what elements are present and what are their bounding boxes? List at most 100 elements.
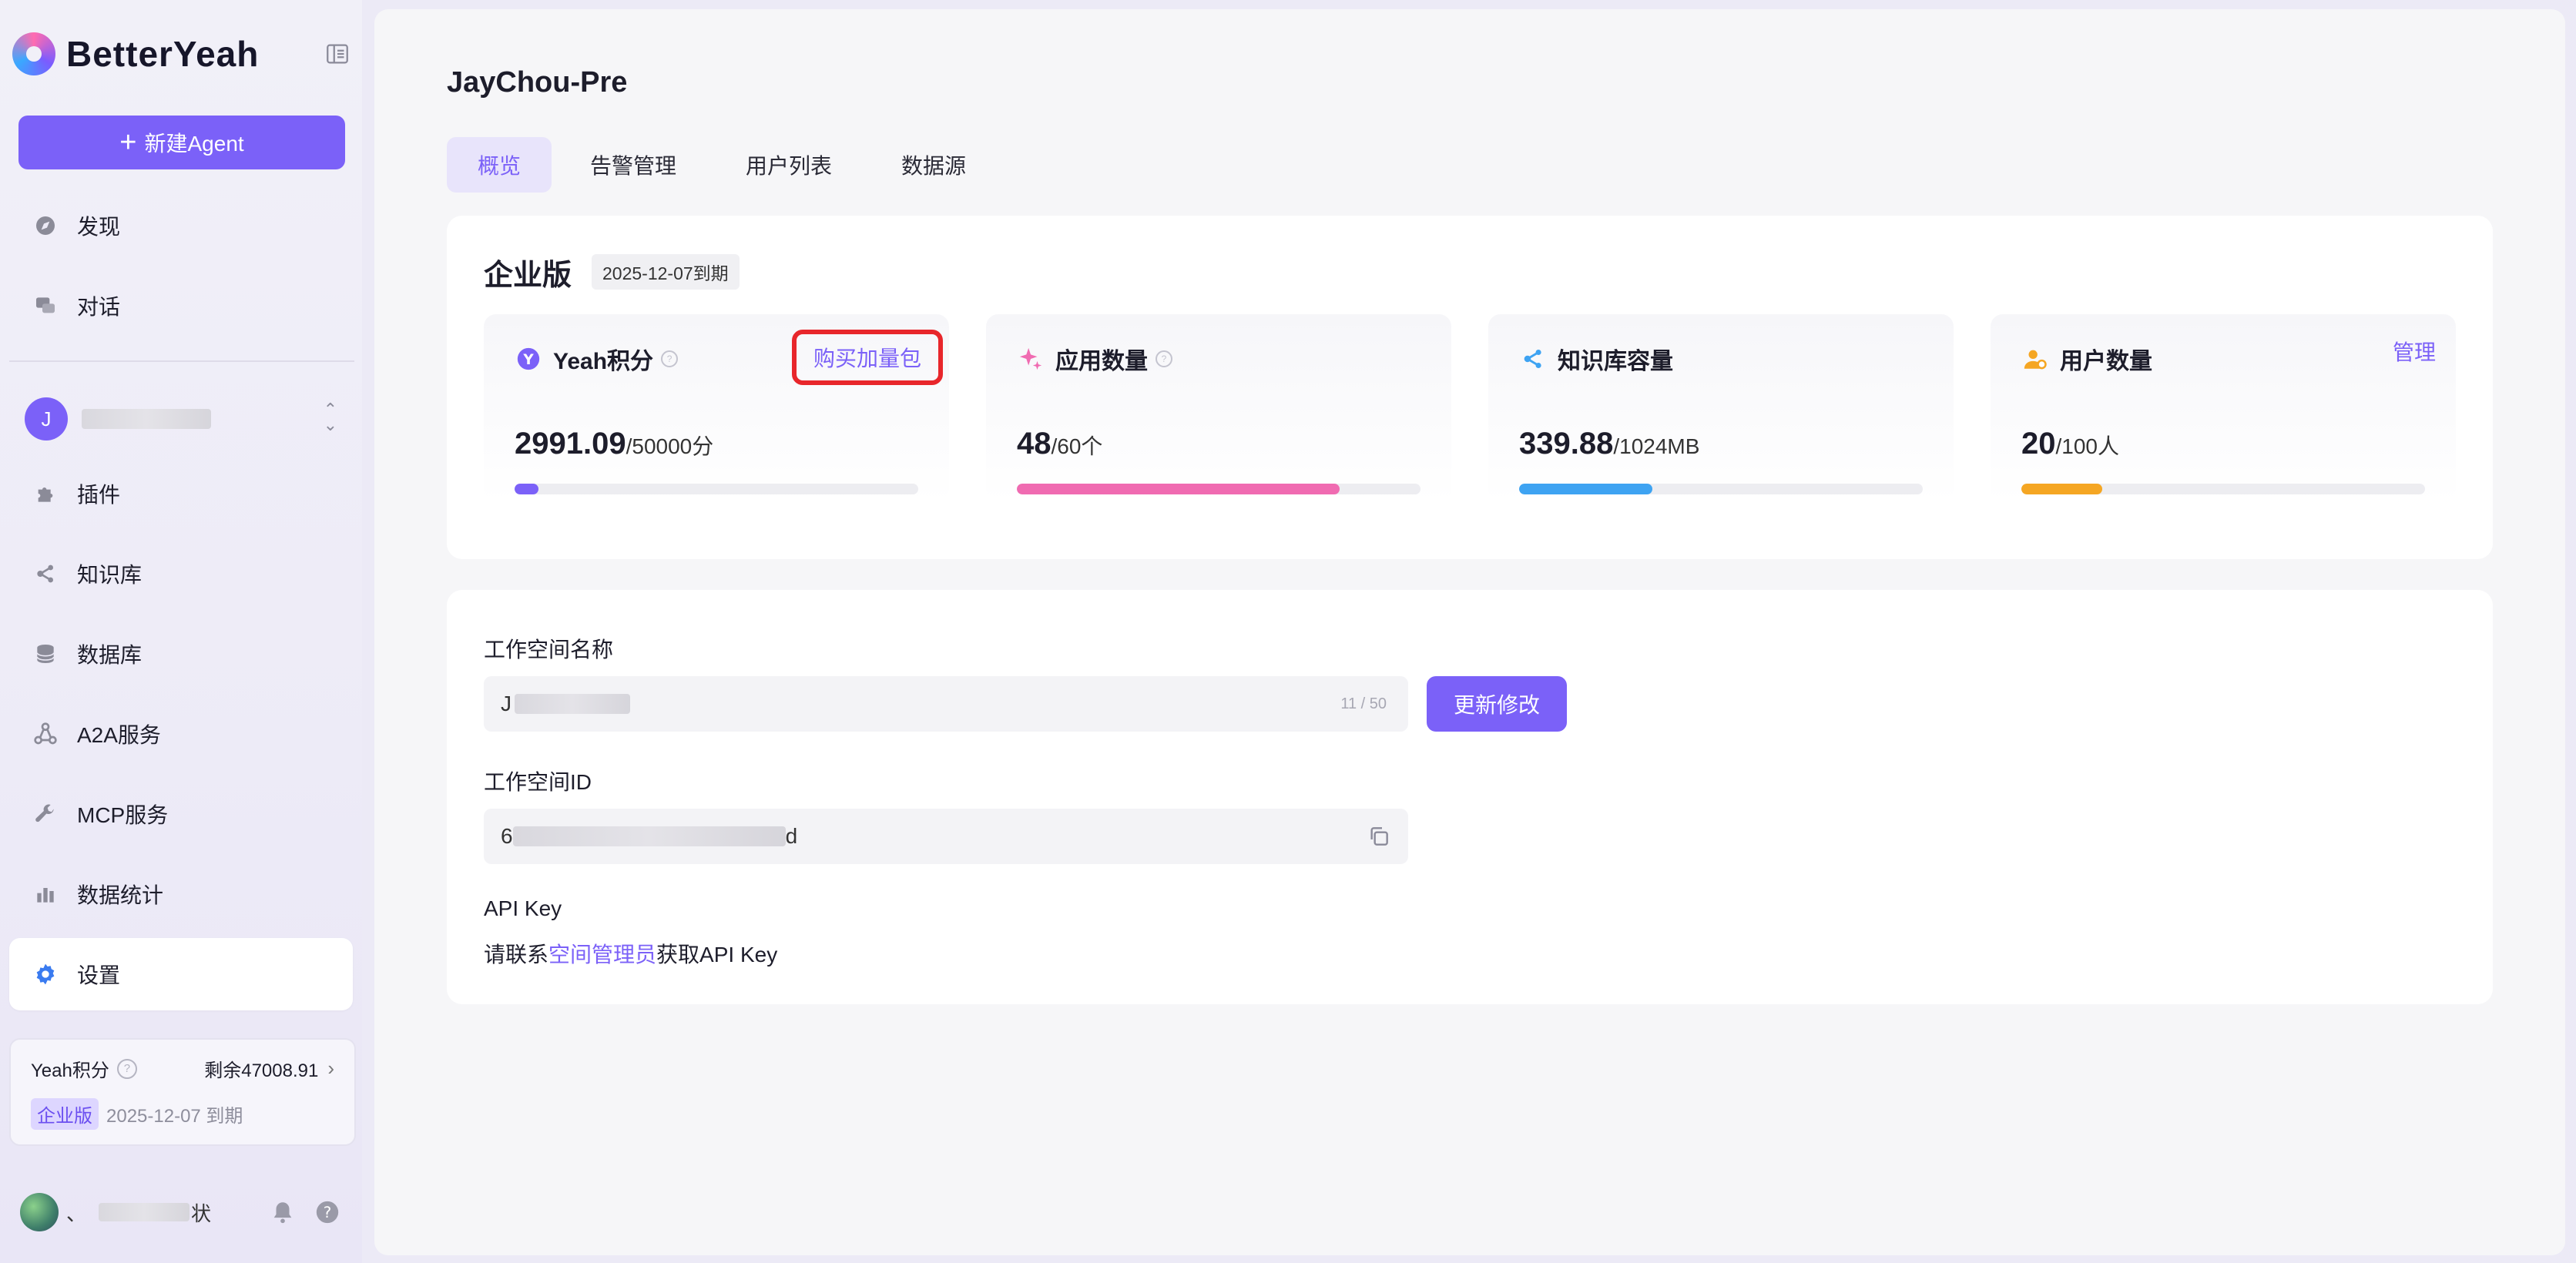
- progress-fill: [1017, 484, 1340, 494]
- help-icon[interactable]: ?: [661, 350, 679, 367]
- workspace-id-suffix: d: [785, 824, 798, 848]
- sidebar-item-label: 插件: [77, 483, 121, 507]
- points-summary-card[interactable]: Yeah积分 ? 剩余47008.91 › 企业版 2025-12-07 到期: [9, 1038, 356, 1146]
- stat-value: 20: [2021, 427, 2056, 461]
- stat-unit: /1024MB: [1613, 434, 1700, 458]
- stat-title: 知识库容量: [1558, 349, 1673, 374]
- edition-badge: 企业版: [31, 1098, 99, 1130]
- avatar: [20, 1193, 59, 1231]
- workspace-name-redacted: [82, 409, 211, 429]
- stat-title: 用户数量: [2060, 349, 2152, 374]
- sidebar-item-stats[interactable]: 数据统计: [9, 858, 353, 930]
- edition-card: 企业版 2025-12-07到期 Y Yeah积分 ? 购买加量包 2991.0…: [447, 216, 2493, 559]
- sidebar: BetterYeah + 新建Agent 发现 对话 J ⌃ ⌄ 插件 知识库 …: [0, 0, 362, 1263]
- sidebar-item-label: A2A服务: [77, 723, 161, 747]
- sidebar-item-mcp[interactable]: MCP服务: [9, 778, 353, 850]
- plus-icon: +: [119, 126, 137, 159]
- user-name-redacted: [99, 1203, 190, 1221]
- sidebar-item-label: 知识库: [77, 563, 143, 587]
- help-icon[interactable]: ?: [116, 1058, 137, 1079]
- progress-fill: [515, 484, 539, 494]
- user-name-prefix: 、: [66, 1201, 87, 1225]
- sidebar-item-knowledge[interactable]: 知识库: [9, 538, 353, 610]
- stat-card-knowledge: 知识库容量 339.88/1024MB: [1488, 314, 1954, 502]
- user-icon: [2021, 345, 2049, 373]
- share-nodes-icon: [1519, 345, 1547, 373]
- wrench-icon: [32, 801, 59, 827]
- sidebar-item-label: 发现: [77, 215, 121, 239]
- user-profile[interactable]: 、 状 ?: [20, 1191, 351, 1234]
- brand-logo[interactable]: BetterYeah: [12, 29, 259, 79]
- sidebar-item-label: MCP服务: [77, 803, 169, 827]
- main-panel: JayChou-Pre 概览 告警管理 用户列表 数据源 企业版 2025-12…: [374, 9, 2565, 1255]
- api-tip-text: 请联系: [484, 943, 549, 967]
- edition-title: 企业版: [484, 260, 572, 292]
- expire-date: 2025-12-07 到期: [106, 1106, 243, 1127]
- expire-tag: 2025-12-07到期: [592, 254, 740, 290]
- stat-value: 339.88: [1519, 427, 1614, 461]
- progress-bar: [1017, 484, 1420, 494]
- progress-fill: [1519, 484, 1652, 494]
- points-label: Yeah积分: [31, 1060, 109, 1081]
- bell-icon[interactable]: [270, 1199, 296, 1225]
- gear-icon: [32, 961, 59, 987]
- chat-icon: [32, 293, 59, 319]
- tab-users[interactable]: 用户列表: [715, 137, 863, 193]
- workspace-id-label: 工作空间ID: [484, 770, 592, 794]
- api-tip-text: 获取API Key: [656, 943, 778, 967]
- sidebar-item-a2a[interactable]: A2A服务: [9, 698, 353, 770]
- tab-alerts[interactable]: 告警管理: [559, 137, 707, 193]
- update-button[interactable]: 更新修改: [1427, 676, 1567, 732]
- workspace-name-input[interactable]: J 11 / 50: [484, 676, 1408, 732]
- share-nodes-icon: [32, 561, 59, 587]
- stat-value: 48: [1017, 427, 1052, 461]
- tab-bar: 概览 告警管理 用户列表 数据源: [447, 137, 997, 193]
- sidebar-item-label: 设置: [77, 963, 121, 987]
- stat-unit: /100人: [2055, 434, 2120, 458]
- sidebar-item-database[interactable]: 数据库: [9, 618, 353, 690]
- progress-bar: [515, 484, 918, 494]
- progress-bar: [2021, 484, 2425, 494]
- points-remaining: 剩余47008.91: [204, 1060, 319, 1081]
- redacted-text: [515, 694, 630, 714]
- compass-icon: [32, 213, 59, 239]
- collapse-sidebar-button[interactable]: [320, 39, 354, 69]
- workspace-switcher[interactable]: J ⌃ ⌄: [9, 388, 353, 450]
- new-agent-button[interactable]: + 新建Agent: [18, 116, 345, 169]
- api-key-tip: 请联系空间管理员获取API Key: [484, 938, 777, 969]
- puzzle-icon: [32, 481, 59, 507]
- sparkle-icon: [1017, 345, 1045, 373]
- stat-card-users: 用户数量 管理 20/100人: [1991, 314, 2456, 502]
- help-icon[interactable]: ?: [1156, 350, 1172, 367]
- copy-icon[interactable]: [1367, 824, 1391, 849]
- page-title: JayChou-Pre: [447, 66, 628, 99]
- network-icon: [32, 721, 59, 747]
- buy-addon-button[interactable]: 购买加量包: [791, 330, 943, 385]
- workspace-avatar: J: [25, 397, 68, 441]
- sidebar-item-chat[interactable]: 对话: [9, 270, 353, 342]
- sidebar-item-plugins[interactable]: 插件: [9, 457, 353, 530]
- workspace-id-field: 6 d: [484, 809, 1408, 864]
- stat-card-points: Y Yeah积分 ? 购买加量包 2991.09/50000分: [484, 314, 949, 502]
- bar-chart-icon: [32, 881, 59, 907]
- workspace-name-value: J: [501, 692, 512, 715]
- help-circle-icon[interactable]: ?: [314, 1199, 340, 1225]
- sidebar-divider: [9, 360, 354, 362]
- contact-admin-link[interactable]: 空间管理员: [548, 943, 656, 967]
- sidebar-item-label: 数据库: [77, 643, 143, 667]
- workspace-info-card: 工作空间名称 J 11 / 50 更新修改 工作空间ID 6 d API Key…: [447, 590, 2493, 1004]
- sidebar-item-label: 对话: [77, 295, 121, 319]
- stat-title: Yeah积分: [553, 349, 654, 374]
- workspace-name-label: 工作空间名称: [484, 638, 614, 662]
- tab-overview[interactable]: 概览: [447, 137, 552, 193]
- sidebar-item-discover[interactable]: 发现: [9, 189, 353, 262]
- manage-users-link[interactable]: 管理: [2393, 336, 2436, 367]
- tab-datasource[interactable]: 数据源: [870, 137, 997, 193]
- logo-icon: [12, 32, 55, 75]
- stat-unit: /60个: [1051, 434, 1103, 458]
- sidebar-item-settings[interactable]: 设置: [9, 938, 353, 1010]
- redacted-text: [512, 826, 786, 846]
- svg-text:Y: Y: [522, 352, 534, 368]
- stat-value: 2991.09: [515, 427, 626, 461]
- sidebar-item-label: 数据统计: [77, 883, 164, 907]
